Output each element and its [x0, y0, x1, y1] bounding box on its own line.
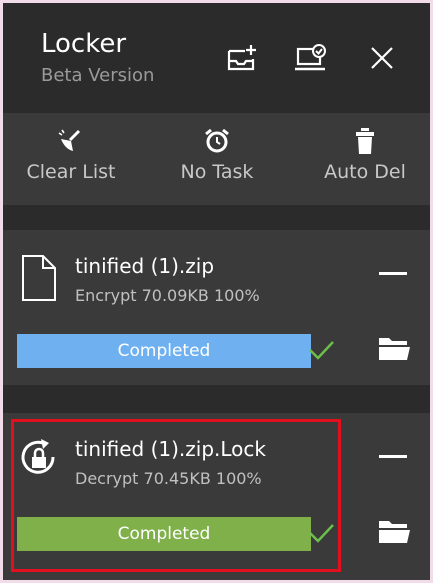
alarm-clock-icon — [205, 128, 229, 153]
file-card-encrypt: tinified (1).zip Encrypt 70.09KB 100% Co… — [3, 230, 430, 385]
file-name: tinified (1).zip — [75, 254, 215, 278]
no-task-button[interactable]: No Task — [173, 127, 261, 183]
file-meta: Encrypt 70.09KB 100% — [75, 286, 260, 305]
broom-icon — [58, 129, 81, 151]
app-subtitle: Beta Version — [41, 65, 155, 86]
close-icon[interactable] — [365, 41, 399, 75]
remove-button[interactable] — [379, 455, 407, 458]
check-icon — [309, 341, 334, 360]
clear-list-button[interactable]: Clear List — [25, 127, 117, 183]
file-meta: Decrypt 70.45KB 100% — [75, 469, 262, 488]
open-folder-button[interactable] — [377, 334, 411, 362]
clear-list-label: Clear List — [26, 161, 116, 183]
file-card-decrypt: tinified (1).zip.Lock Decrypt 70.45KB 10… — [3, 413, 430, 580]
document-icon — [22, 255, 56, 301]
progress-bar: Completed — [17, 517, 311, 551]
toolbar: Clear List No Task Auto Del — [3, 113, 430, 205]
progress-label: Completed — [117, 341, 211, 361]
progress-label: Completed — [117, 524, 211, 544]
app-title: Locker — [41, 29, 127, 59]
divider — [3, 385, 430, 413]
lock-refresh-icon — [21, 439, 55, 474]
file-name: tinified (1).zip.Lock — [75, 437, 266, 461]
remove-button[interactable] — [379, 272, 407, 275]
open-folder-button[interactable] — [377, 517, 411, 545]
trash-icon — [356, 128, 374, 154]
locker-window: Locker Beta Version Clear List No Task A… — [3, 3, 430, 580]
divider — [3, 205, 430, 230]
progress-bar: Completed — [17, 334, 311, 368]
check-icon — [309, 524, 334, 543]
auto-del-label: Auto Del — [324, 161, 406, 183]
add-tray-icon[interactable] — [225, 41, 259, 75]
header: Locker Beta Version — [3, 3, 430, 113]
laptop-check-icon[interactable] — [293, 41, 327, 75]
auto-del-button[interactable]: Auto Del — [317, 127, 413, 183]
no-task-label: No Task — [180, 161, 254, 183]
